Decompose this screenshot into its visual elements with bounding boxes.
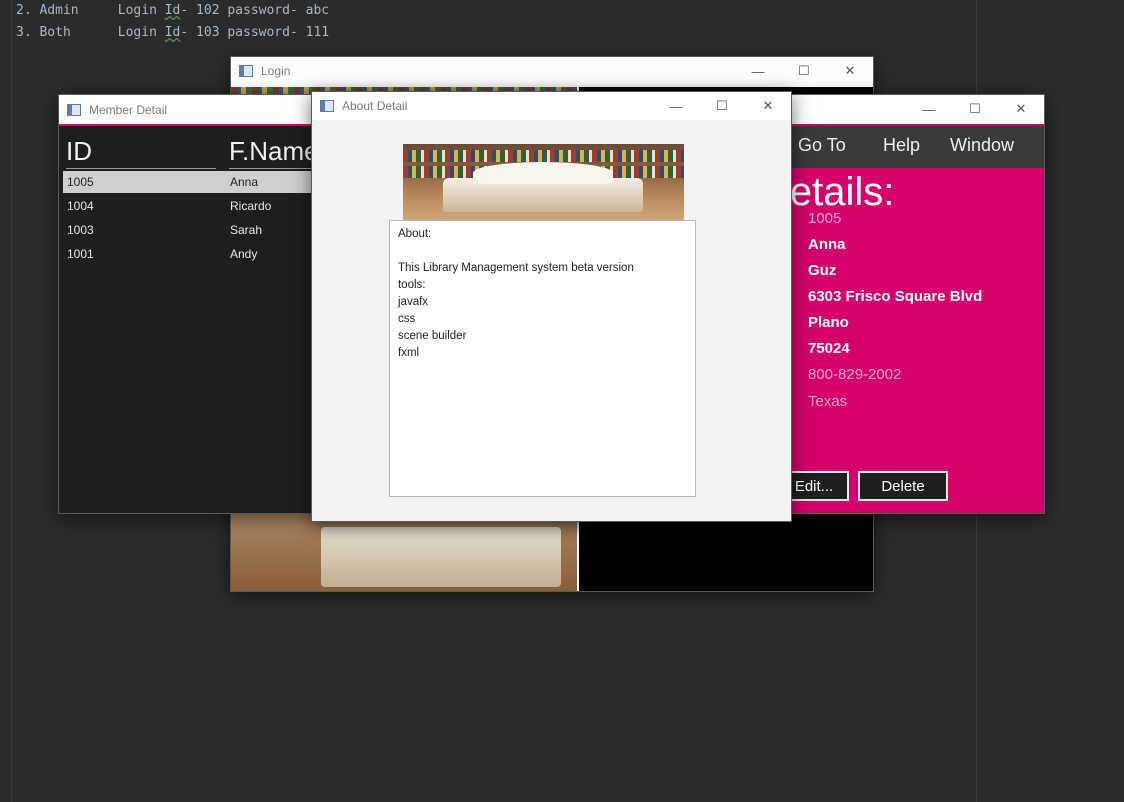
about-text-area[interactable]: About: This Library Management system be… xyxy=(389,220,696,497)
cell-name: Anna xyxy=(230,175,259,189)
maximize-icon[interactable]: ☐ xyxy=(781,57,827,85)
member-table[interactable]: ID F.Name 1005 Anna 1004 Ricardo 1003 Sa… xyxy=(59,126,323,513)
detail-first-name: Anna xyxy=(808,236,846,253)
detail-phone: 800-829-2002 xyxy=(808,366,902,383)
column-header-id[interactable]: ID xyxy=(66,136,92,167)
delete-button[interactable]: Delete xyxy=(858,471,948,501)
app-icon xyxy=(239,65,253,77)
gutter-divider xyxy=(11,0,12,802)
detail-zip: 75024 xyxy=(808,340,850,357)
detail-id: 1005 xyxy=(808,210,842,227)
maximize-icon[interactable]: ☐ xyxy=(699,92,745,120)
column-header-fname[interactable]: F.Name xyxy=(229,136,319,167)
table-row[interactable]: 1003 Sarah xyxy=(63,219,323,241)
about-detail-window[interactable]: About Detail — ☐ ✕ About: This Library M… xyxy=(311,91,792,522)
table-row[interactable]: 1005 Anna xyxy=(63,171,323,193)
menu-goto[interactable]: Go To xyxy=(798,135,846,156)
cell-id: 1004 xyxy=(67,199,94,213)
cell-name: Ricardo xyxy=(230,199,272,213)
cell-id: 1001 xyxy=(67,247,94,261)
minimize-icon[interactable]: — xyxy=(735,57,781,85)
library-banner-image xyxy=(403,144,684,220)
app-icon xyxy=(320,100,334,112)
code-line-2[interactable]: 2. Admin Login Id- 102 password- abc xyxy=(16,3,329,18)
minimize-icon[interactable]: — xyxy=(653,92,699,120)
table-row[interactable]: 1001 Andy xyxy=(63,243,323,265)
close-icon[interactable]: ✕ xyxy=(745,92,791,120)
cell-id: 1003 xyxy=(67,223,94,237)
member-detail-panel: Details: 1005 Anna Guz 6303 Frisco Squar… xyxy=(761,168,1044,513)
close-icon[interactable]: ✕ xyxy=(998,95,1044,123)
column-divider xyxy=(66,168,216,169)
cell-name: Sarah xyxy=(230,223,263,237)
maximize-icon[interactable]: ☐ xyxy=(952,95,998,123)
member-title: Member Detail xyxy=(89,102,168,117)
app-icon xyxy=(67,103,81,116)
detail-state: Texas xyxy=(808,393,848,410)
login-titlebar[interactable]: Login — ☐ ✕ xyxy=(231,57,873,85)
about-titlebar[interactable]: About Detail — ☐ ✕ xyxy=(312,92,791,120)
code-line-3[interactable]: 3. Both Login Id- 103 password- 111 xyxy=(16,25,329,40)
minimize-icon[interactable]: — xyxy=(906,95,952,123)
menu-help[interactable]: Help xyxy=(883,135,920,156)
login-title: Login xyxy=(261,64,291,78)
close-icon[interactable]: ✕ xyxy=(827,57,873,85)
table-row[interactable]: 1004 Ricardo xyxy=(63,195,323,217)
about-title: About Detail xyxy=(342,99,408,113)
column-divider xyxy=(229,168,319,169)
book-image xyxy=(321,527,561,587)
menu-window[interactable]: Window xyxy=(950,135,1014,156)
cell-id: 1005 xyxy=(67,175,94,189)
cell-name: Andy xyxy=(230,247,258,261)
menu-bar: Go To Help Window xyxy=(789,126,1044,168)
detail-address: 6303 Frisco Square Blvd xyxy=(808,288,983,305)
open-book-pages xyxy=(473,162,613,184)
bookshelf-row xyxy=(403,150,684,162)
detail-last-name: Guz xyxy=(808,262,837,279)
detail-city: Plano xyxy=(808,314,849,331)
